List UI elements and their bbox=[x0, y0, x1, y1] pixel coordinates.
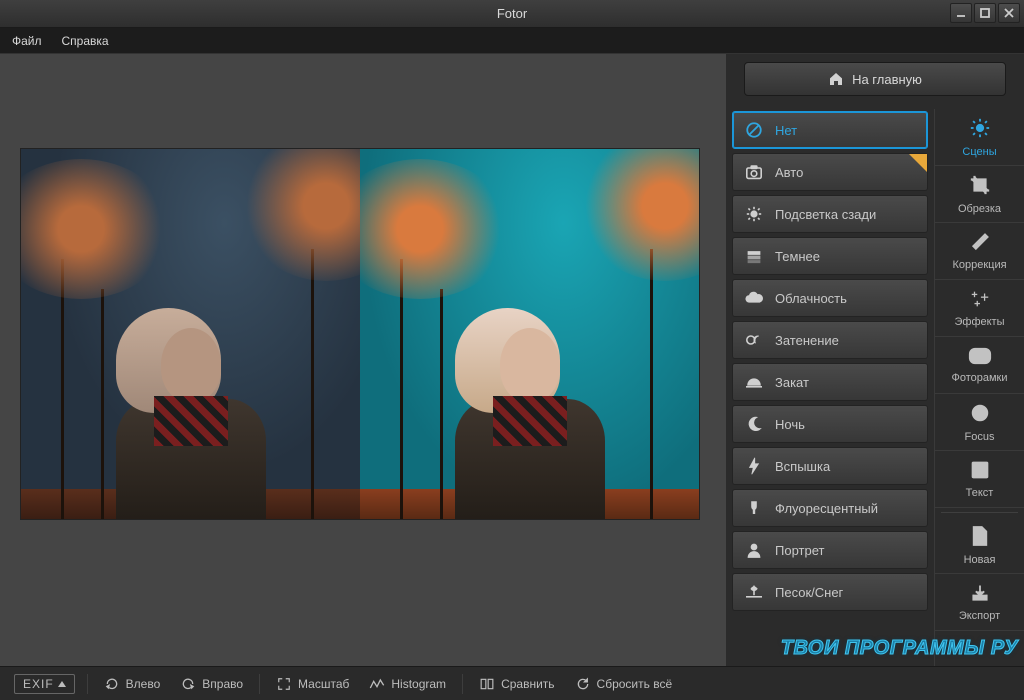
title-bar: Fotor bbox=[0, 0, 1024, 28]
adjust-tool-icon bbox=[970, 232, 990, 255]
tool-crop[interactable]: Обрезка bbox=[935, 166, 1024, 223]
menu-bar: Файл Справка bbox=[0, 28, 1024, 54]
tool-tabs: Сцены Обрезка Коррекция Эффекты Фоторамки Foc… bbox=[934, 109, 1024, 666]
crop-tool-icon bbox=[969, 174, 991, 199]
tool-label: Новая bbox=[964, 554, 996, 566]
tool-frames[interactable]: Фоторамки bbox=[935, 337, 1024, 394]
rotate-right-button[interactable]: Вправо bbox=[176, 677, 247, 691]
scene-label: Портрет bbox=[775, 543, 824, 558]
scene-label: Облачность bbox=[775, 291, 847, 306]
zoom-button[interactable]: Масштаб bbox=[272, 677, 353, 691]
menu-file[interactable]: Файл bbox=[12, 34, 42, 48]
bottom-toolbar: EXIF Влево Вправо Масштаб Histogram Срав… bbox=[0, 666, 1024, 700]
tool-label: Коррекция bbox=[952, 259, 1006, 271]
app-title: Fotor bbox=[0, 6, 1024, 21]
scene-item-cloudy[interactable]: Облачность bbox=[732, 279, 928, 317]
tool-label: Фоторамки bbox=[951, 372, 1007, 384]
scene-label: Затенение bbox=[775, 333, 839, 348]
histogram-button[interactable]: Histogram bbox=[365, 677, 450, 691]
histogram-icon bbox=[369, 677, 385, 691]
tool-label: Обрезка bbox=[958, 203, 1001, 215]
scene-item-backlit[interactable]: Подсветка сзади bbox=[732, 195, 928, 233]
rotate-right-icon bbox=[180, 677, 196, 691]
scene-label: Закат bbox=[775, 375, 809, 390]
backlit-icon bbox=[743, 205, 765, 223]
fluorescent-icon bbox=[743, 499, 765, 517]
right-panel: На главную Нет Авто Подсветка сзади Темнее О… bbox=[726, 54, 1024, 666]
tool-label: Эффекты bbox=[954, 316, 1004, 328]
home-button[interactable]: На главную bbox=[744, 62, 1006, 96]
scene-label: Авто bbox=[775, 165, 803, 180]
frames-tool-icon bbox=[968, 347, 992, 368]
new-tool-icon bbox=[971, 525, 989, 550]
scene-item-night[interactable]: Ночь bbox=[732, 405, 928, 443]
tool-focus[interactable]: Focus bbox=[935, 394, 1024, 451]
tool-effects[interactable]: Эффекты bbox=[935, 280, 1024, 337]
image-before bbox=[21, 149, 360, 519]
tool-export[interactable]: Экспорт bbox=[935, 574, 1024, 631]
darken-icon bbox=[743, 247, 765, 265]
scene-label: Вспышка bbox=[775, 459, 830, 474]
compare-button[interactable]: Сравнить bbox=[475, 677, 558, 691]
tool-text[interactable]: Текст bbox=[935, 451, 1024, 508]
window-controls bbox=[950, 3, 1020, 23]
scene-item-flash[interactable]: Вспышка bbox=[732, 447, 928, 485]
tool-new[interactable]: Новая bbox=[935, 517, 1024, 574]
scene-label: Темнее bbox=[775, 249, 820, 264]
none-icon bbox=[743, 121, 765, 139]
compare-canvas[interactable] bbox=[20, 148, 700, 520]
maximize-button[interactable] bbox=[974, 3, 996, 23]
scene-item-sand-snow[interactable]: Песок/Снег bbox=[732, 573, 928, 611]
auto-icon bbox=[743, 163, 765, 181]
exif-button[interactable]: EXIF bbox=[14, 674, 75, 694]
scene-list[interactable]: Нет Авто Подсветка сзади Темнее Облачность За… bbox=[726, 109, 934, 666]
main-area: На главную Нет Авто Подсветка сзади Темнее О… bbox=[0, 54, 1024, 666]
text-tool-icon bbox=[970, 460, 990, 483]
cloudy-icon bbox=[743, 289, 765, 307]
image-after bbox=[360, 149, 699, 519]
tool-scenes[interactable]: Сцены bbox=[935, 109, 1024, 166]
home-icon bbox=[828, 71, 844, 87]
zoom-icon bbox=[276, 677, 292, 691]
scenes-tool-icon bbox=[969, 117, 991, 142]
compare-icon bbox=[479, 677, 495, 691]
home-label: На главную bbox=[852, 72, 922, 87]
scene-label: Подсветка сзади bbox=[775, 207, 876, 222]
scene-label: Флуоресцентный bbox=[775, 501, 878, 516]
sunset-icon bbox=[743, 373, 765, 391]
shade-icon bbox=[743, 331, 765, 349]
scene-item-none[interactable]: Нет bbox=[732, 111, 928, 149]
scene-label: Песок/Снег bbox=[775, 585, 843, 600]
scene-item-darken[interactable]: Темнее bbox=[732, 237, 928, 275]
scene-item-shade[interactable]: Затенение bbox=[732, 321, 928, 359]
tool-label: Текст bbox=[966, 487, 994, 499]
tool-label: Экспорт bbox=[959, 610, 1000, 622]
effects-tool-icon bbox=[969, 289, 991, 312]
focus-tool-icon bbox=[969, 402, 991, 427]
reset-icon bbox=[575, 677, 591, 691]
canvas-area bbox=[0, 54, 726, 666]
sand-snow-icon bbox=[743, 583, 765, 601]
star-badge-icon bbox=[909, 154, 927, 172]
portrait-icon bbox=[743, 541, 765, 559]
tool-adjust[interactable]: Коррекция bbox=[935, 223, 1024, 280]
scene-label: Нет bbox=[775, 123, 797, 138]
reset-button[interactable]: Сбросить всё bbox=[571, 677, 677, 691]
scene-item-fluorescent[interactable]: Флуоресцентный bbox=[732, 489, 928, 527]
menu-help[interactable]: Справка bbox=[62, 34, 109, 48]
close-button[interactable] bbox=[998, 3, 1020, 23]
scene-label: Ночь bbox=[775, 417, 805, 432]
rotate-left-icon bbox=[104, 677, 120, 691]
night-icon bbox=[743, 415, 765, 433]
scene-item-auto[interactable]: Авто bbox=[732, 153, 928, 191]
tool-label: Сцены bbox=[962, 146, 996, 158]
chevron-up-icon bbox=[58, 681, 66, 687]
flash-icon bbox=[743, 457, 765, 475]
rotate-left-button[interactable]: Влево bbox=[100, 677, 165, 691]
scene-item-portrait[interactable]: Портрет bbox=[732, 531, 928, 569]
scene-item-sunset[interactable]: Закат bbox=[732, 363, 928, 401]
minimize-button[interactable] bbox=[950, 3, 972, 23]
tool-label: Focus bbox=[965, 431, 995, 443]
export-tool-icon bbox=[970, 583, 990, 606]
